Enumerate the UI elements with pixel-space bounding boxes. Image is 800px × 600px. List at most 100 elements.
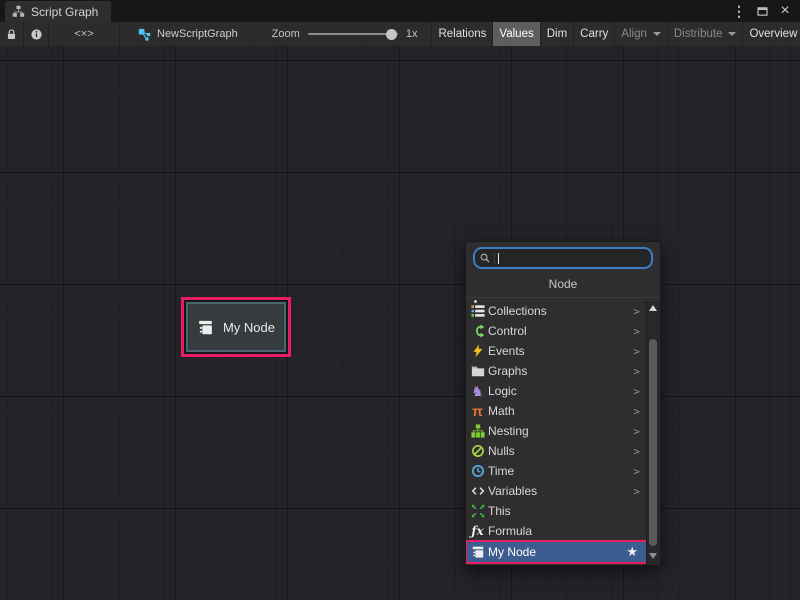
toolbar-button-align: Align [614,22,667,46]
script-graph-window: Script Graph ⋮ × <×> NewScriptGraph Zoom… [0,0,800,600]
finder-item-label: Nesting [488,424,529,438]
control-icon [470,324,485,339]
toolbar-button-label: Distribute [674,28,723,40]
toolbar-button-relations[interactable]: Relations [431,22,492,46]
finder-item-label: Nulls [488,444,515,458]
finder-list: Collections>Control>Events>Graphs>♞Logic… [466,301,647,565]
code-preview-icon[interactable]: <×> [49,22,120,46]
toolbar-button-label: Carry [580,28,608,40]
finder-item-label: Graphs [488,364,527,378]
finder-item-label: Collections [488,304,547,318]
time-icon [470,464,485,479]
finder-item-label: Formula [488,524,532,538]
fuzzy-finder-popup: Node Collections>Control>Events>Graphs>♞… [465,241,661,566]
text-caret [498,253,499,264]
toolbar-button-carry[interactable]: Carry [573,22,614,46]
header-divider [466,297,660,298]
finder-item-control[interactable]: Control > [466,321,647,341]
events-icon [470,344,485,359]
chevron-right-icon: > [633,325,640,338]
toolbar-button-label: Relations [438,28,486,40]
nulls-icon [470,444,485,459]
zoom-value: 1x [406,28,418,40]
graph-canvas[interactable]: My Node Node Collections > Control > Events >… [0,46,800,600]
favorite-star-icon[interactable]: ★ [626,544,638,560]
finder-item-my-node[interactable]: My Node ★ [466,541,647,563]
maximize-icon[interactable] [754,3,770,19]
chevron-right-icon: > [633,305,640,318]
chevron-right-icon: > [633,385,640,398]
finder-item-label: Logic [488,384,517,398]
nesting-icon [470,424,485,439]
scroll-up-arrow-icon[interactable] [649,305,657,311]
finder-item-graphs[interactable]: Graphs > [466,361,647,381]
scrollbar-thumb[interactable] [649,339,657,546]
finder-item-collections[interactable]: Collections > [466,301,647,321]
finder-item-variables[interactable]: Variables > [466,481,647,501]
mynode-icon [470,545,485,560]
finder-item-label: Events [488,344,525,358]
finder-item-logic[interactable]: ♞Logic > [466,381,647,401]
graph-name: NewScriptGraph [157,28,238,40]
variables-icon [470,484,485,499]
toolbar-button-label: Overview [749,28,797,40]
dropdown-caret-icon [728,32,736,36]
my-node-icon [197,315,214,340]
toolbar-button-label: Align [621,28,647,40]
finder-item-this[interactable]: This [466,501,647,521]
search-area [466,242,660,271]
node-body: My Node [186,302,286,352]
math-icon: π [470,404,485,419]
toolbar-button-label: Dim [547,28,567,40]
search-icon [479,252,495,264]
finder-item-math[interactable]: πMath > [466,401,647,421]
chevron-right-icon: > [633,465,640,478]
scroll-down-arrow-icon[interactable] [649,553,657,559]
zoom-slider[interactable] [308,33,398,35]
close-icon[interactable]: × [777,3,793,19]
finder-header: Node [466,271,660,297]
finder-item-label: Control [488,324,527,338]
finder-item-label: My Node [488,545,536,559]
hierarchy-icon [12,5,25,18]
finder-scrollbar[interactable] [646,301,660,565]
toolbar-button-values[interactable]: Values [492,22,539,46]
toolbar-button-label: Values [499,28,533,40]
finder-item-events[interactable]: Events > [466,341,647,361]
chevron-right-icon: > [633,365,640,378]
chevron-right-icon: > [633,405,640,418]
graph-toolbar: <×> NewScriptGraph Zoom 1x Relations Valu… [0,22,800,47]
collections-icon [470,304,485,319]
finder-item-time[interactable]: Time > [466,461,647,481]
logic-icon: ♞ [470,384,485,399]
tab-label: Script Graph [31,5,98,19]
finder-item-formula[interactable]: ƒxFormula [466,521,647,541]
finder-item-nulls[interactable]: Nulls> [466,441,647,461]
finder-item-nesting[interactable]: Nesting > [466,421,647,441]
zoom-slider-handle[interactable] [386,29,397,40]
title-bar: Script Graph ⋮ × [0,0,800,22]
search-input[interactable] [473,247,653,269]
toolbar-button-group: Relations Values Dim Carry Align Distribute Ov… [431,22,800,46]
finder-item-label: Math [488,404,515,418]
chevron-right-icon: > [633,485,640,498]
formula-icon: ƒx [470,524,485,539]
chevron-right-icon: > [633,345,640,358]
finder-item-label: Variables [488,484,537,498]
tab-script-graph[interactable]: Script Graph [5,1,111,22]
toolbar-button-dim[interactable]: Dim [540,22,573,46]
toolbar-button-distribute: Distribute [667,22,743,46]
toolbar-button-overview[interactable]: Overview [742,22,800,46]
chevron-right-icon: > [633,425,640,438]
graph-node-my-node[interactable]: My Node [181,297,291,357]
lock-icon[interactable] [0,22,24,46]
info-icon[interactable] [24,22,49,46]
finder-item-label: This [488,504,511,518]
kebab-menu-icon[interactable]: ⋮ [731,3,747,19]
zoom-label: Zoom [272,28,300,40]
graph-breadcrumb[interactable]: NewScriptGraph [120,22,248,46]
dropdown-caret-icon [653,32,661,36]
finder-item-label: Time [488,464,514,478]
this-icon [470,504,485,519]
node-title: My Node [223,320,275,335]
